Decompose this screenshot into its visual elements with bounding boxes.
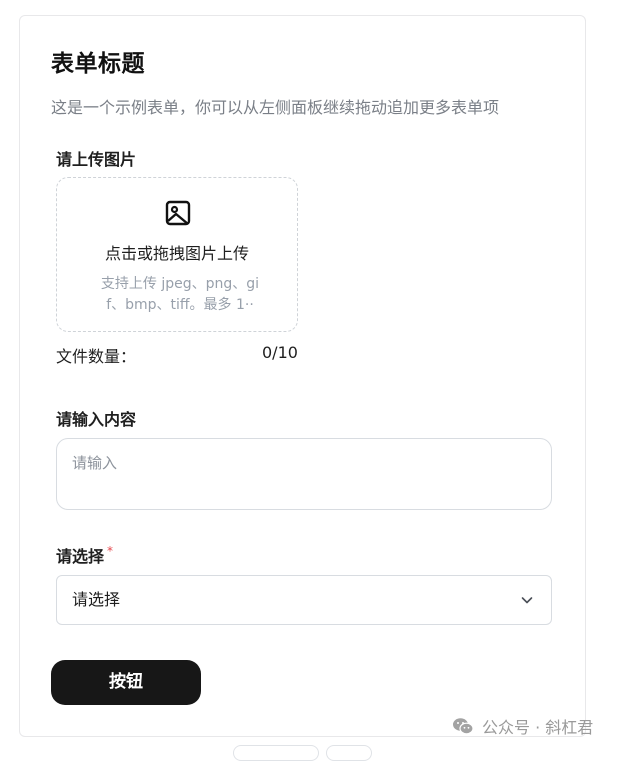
chevron-down-icon: [521, 597, 533, 604]
partial-button-left[interactable]: [233, 745, 319, 761]
select-value: 请选择: [72, 590, 121, 609]
form-card: 表单标题 这是一个示例表单，你可以从左侧面板继续拖动追加更多表单项 请上传图片 …: [19, 15, 586, 737]
image-upload-dropzone[interactable]: 点击或拖拽图片上传 支持上传 jpeg、png、gif、bmp、tiff。最多 …: [56, 177, 298, 332]
textarea-placeholder: 请输入: [72, 454, 118, 472]
upload-label: 请上传图片: [56, 150, 137, 169]
partial-button-right[interactable]: [326, 745, 372, 761]
watermark: 公众号 · 斜杠君: [452, 714, 593, 738]
file-count-value: 0/10: [262, 343, 298, 362]
text-input-label: 请输入内容: [56, 410, 137, 429]
upload-prompt: 点击或拖拽图片上传: [104, 244, 249, 263]
upload-hint: 支持上传 jpeg、png、gif、bmp、tiff。最多 1··: [100, 276, 260, 313]
wechat-icon: [453, 718, 474, 735]
select-label: 请选择 *: [56, 543, 113, 567]
file-count-label: 文件数量：: [56, 347, 137, 366]
select-label-text: 请选择: [56, 547, 105, 566]
content-textarea[interactable]: 请输入: [56, 438, 552, 510]
image-icon: [165, 200, 191, 226]
watermark-text: 公众号 · 斜杠君: [482, 718, 594, 737]
form-description: 这是一个示例表单，你可以从左侧面板继续拖动追加更多表单项: [51, 98, 500, 117]
submit-button[interactable]: 按钮: [51, 660, 201, 705]
required-indicator: *: [107, 544, 114, 558]
select-dropdown[interactable]: 请选择: [56, 575, 552, 625]
form-title: 表单标题: [51, 51, 145, 77]
